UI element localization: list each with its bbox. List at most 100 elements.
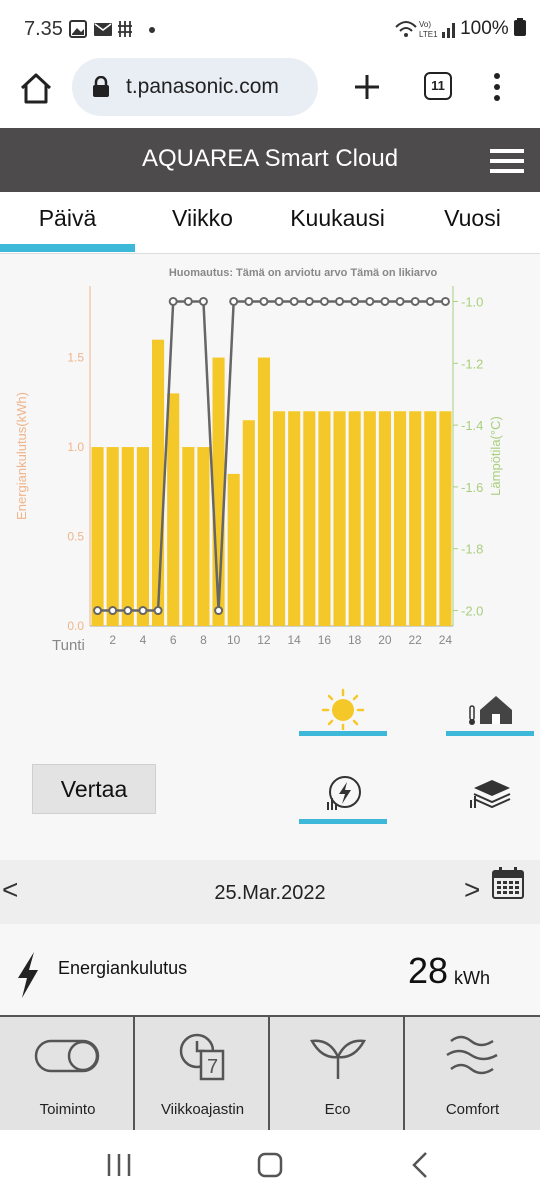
bar: [257, 357, 270, 626]
chart-note: Huomautus: Tämä on arviotu arvo Tämä on …: [169, 267, 438, 279]
energy-value: 28: [408, 950, 449, 991]
energy-summary: Energiankulutus 28 kWh: [0, 924, 540, 1016]
mode-outdoor-button[interactable]: [299, 686, 387, 736]
temperature-point: [259, 296, 269, 306]
temperature-point: [410, 296, 420, 306]
bar: [91, 447, 104, 626]
bar: [197, 447, 210, 626]
url-bar[interactable]: t.panasonic.com: [72, 58, 318, 116]
nav-eco[interactable]: Eco: [270, 1017, 405, 1130]
nav-viikkoajastin[interactable]: 7 Viikkoajastin: [135, 1017, 270, 1130]
x-tick-label: 16: [318, 633, 332, 647]
notification-icons: [69, 20, 155, 38]
battery-icon: [514, 18, 526, 36]
tab-month[interactable]: Kuukausi: [270, 192, 405, 254]
system-navigation: [0, 1130, 540, 1200]
tab-day[interactable]: Päivä: [0, 192, 135, 254]
bar: [152, 339, 165, 626]
temperature-point: [244, 296, 254, 306]
new-tab-icon[interactable]: [352, 72, 382, 102]
temperature-point: [425, 296, 435, 306]
content-area: Huomautus: Tämä on arviotu arvo Tämä on …: [0, 254, 540, 860]
date-navigator: < 25.Mar.2022 >: [0, 860, 540, 924]
battery-percent: 100%: [460, 18, 509, 39]
temperature-point: [138, 606, 148, 616]
temperature-point: [153, 606, 163, 616]
y-right-tick-label: -2.0: [461, 604, 483, 619]
nav-label: Eco: [324, 1101, 351, 1118]
x-tick-label: 14: [288, 633, 302, 647]
selected-indicator: [299, 819, 387, 824]
y-right-axis-title: Lämpötila(°C): [488, 416, 503, 496]
signal-icon: Vo) LTE1: [395, 20, 455, 39]
browser-toolbar: t.panasonic.com 11: [0, 58, 540, 128]
x-tick-label: 20: [378, 633, 392, 647]
app-title: AQUAREA Smart Cloud: [141, 145, 399, 172]
temperature-point: [440, 296, 450, 306]
bar: [303, 411, 316, 626]
x-tick-label: 10: [227, 633, 241, 647]
bottom-navigation: Toiminto 7 Viikkoajastin Eco Comfort: [0, 1015, 540, 1130]
status-time: 7.35: [24, 18, 63, 40]
current-date: 25.Mar.2022: [214, 882, 326, 904]
more-menu-icon[interactable]: [488, 70, 506, 104]
bar: [363, 411, 376, 626]
temperature-point: [335, 296, 345, 306]
bar: [106, 447, 119, 626]
temperature-point: [93, 606, 103, 616]
temperature-point: [168, 296, 178, 306]
battery-indicator: 100%: [460, 18, 526, 40]
calendar-icon[interactable]: [491, 866, 525, 900]
nav-label: Toiminto: [39, 1101, 96, 1118]
tab-switcher-button[interactable]: 11: [424, 72, 452, 100]
temperature-point: [183, 296, 193, 306]
bar: [182, 447, 195, 626]
lightning-icon: [18, 952, 38, 998]
mode-layers-button[interactable]: [446, 774, 534, 824]
temperature-point: [289, 296, 299, 306]
nav-comfort[interactable]: Comfort: [405, 1017, 540, 1130]
temperature-point: [274, 296, 284, 306]
tab-week[interactable]: Viikko: [135, 192, 270, 254]
compare-button[interactable]: Vertaa: [32, 764, 156, 814]
mode-energy-button[interactable]: [299, 774, 387, 824]
period-tabs: Päivä Viikko Kuukausi Vuosi: [0, 192, 540, 254]
bar: [121, 447, 134, 626]
temperature-point: [350, 296, 360, 306]
hamburger-menu-icon[interactable]: [490, 148, 524, 174]
temperature-point: [395, 296, 405, 306]
x-tick-label: 6: [170, 633, 177, 647]
url-text: t.panasonic.com: [126, 75, 279, 98]
back-icon[interactable]: [406, 1150, 436, 1180]
toggle-icon: [34, 1039, 100, 1073]
nav-toiminto[interactable]: Toiminto: [0, 1017, 135, 1130]
lock-icon: [93, 76, 109, 97]
x-tick-label: 2: [109, 633, 116, 647]
weekly-timer-icon: 7: [179, 1033, 225, 1081]
bar: [409, 411, 422, 626]
bar: [318, 411, 331, 626]
y-left-tick-label: 0.0: [67, 619, 84, 633]
y-left-tick-label: 1.5: [67, 351, 84, 365]
home-nav-icon[interactable]: [255, 1150, 285, 1180]
x-tick-label: 18: [348, 633, 362, 647]
temperature-point: [229, 296, 239, 306]
recent-apps-icon[interactable]: [104, 1150, 134, 1180]
temperature-line: [97, 300, 446, 612]
x-tick-label: 24: [439, 633, 453, 647]
status-bar: 7.35 Vo) LTE1 100%: [0, 0, 540, 58]
bar: [167, 393, 180, 626]
svg-text:7: 7: [207, 1056, 218, 1078]
selected-indicator: [299, 731, 387, 736]
temperature-point: [198, 296, 208, 306]
bar: [439, 411, 452, 626]
mode-indoor-button[interactable]: [446, 686, 534, 736]
tab-year[interactable]: Vuosi: [405, 192, 540, 254]
energy-chart: Huomautus: Tämä on arviotu arvo Tämä on …: [14, 267, 503, 654]
y-right-tick-label: -1.4: [461, 418, 483, 433]
next-date-button[interactable]: >: [464, 874, 480, 906]
home-icon[interactable]: [18, 70, 54, 106]
bar: [348, 411, 361, 626]
bar: [378, 411, 391, 626]
leaf-icon: [309, 1039, 367, 1079]
